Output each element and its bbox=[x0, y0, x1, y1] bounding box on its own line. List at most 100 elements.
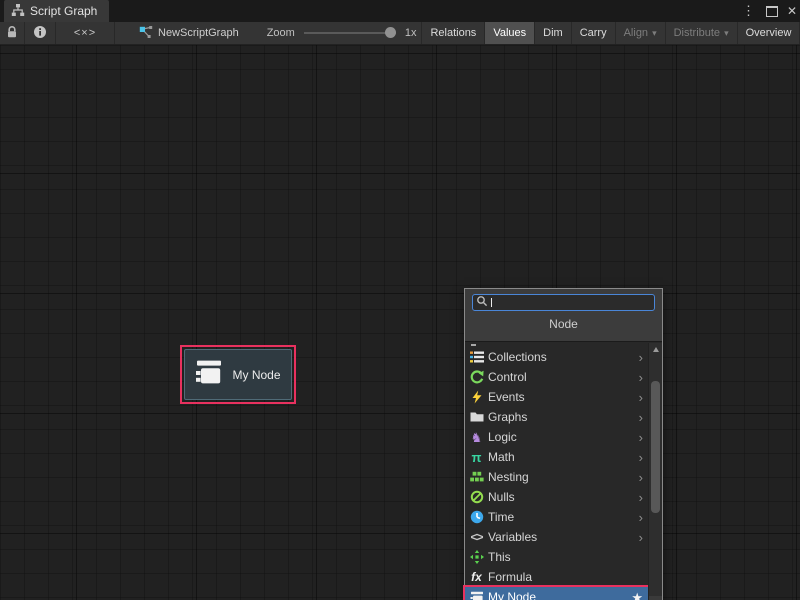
graphs-icon bbox=[469, 410, 484, 424]
finder-item-label: Collections bbox=[488, 350, 547, 364]
finder-item-math[interactable]: π Math › bbox=[465, 447, 649, 467]
finder-item-label: This bbox=[488, 550, 511, 564]
finder-item-label: Control bbox=[488, 370, 527, 384]
zoom-value: 1x bbox=[405, 27, 417, 39]
toolbar-button-overview[interactable]: Overview bbox=[738, 22, 800, 44]
kebab-menu-icon[interactable]: ⋮ bbox=[740, 0, 757, 22]
maximize-icon[interactable] bbox=[766, 6, 778, 17]
toolbar-button-dim[interactable]: Dim bbox=[535, 22, 571, 44]
toolbar-button-label: Distribute bbox=[674, 22, 720, 44]
tab-script-graph[interactable]: Script Graph bbox=[4, 0, 109, 22]
my-node-unit[interactable]: My Node bbox=[184, 349, 292, 400]
search-box[interactable] bbox=[472, 294, 655, 311]
chevron-right-icon: › bbox=[639, 371, 645, 384]
finder-item-variables[interactable]: <>Variables› bbox=[465, 527, 649, 547]
graph-toolbar: <×> NewScriptGraph Zoom 1x Relations Valu… bbox=[0, 22, 800, 45]
sitemap-icon bbox=[11, 3, 25, 20]
finder-item-label: Logic bbox=[488, 430, 517, 444]
finder-item-label: Graphs bbox=[488, 410, 527, 424]
graph-icon bbox=[139, 25, 153, 42]
toolbar-button-label: Carry bbox=[580, 22, 607, 44]
tab-strip: Script Graph ⋮ ✕ bbox=[0, 0, 800, 22]
dropdown-caret-icon: ▾ bbox=[652, 22, 657, 44]
graph-breadcrumb[interactable]: NewScriptGraph bbox=[139, 25, 239, 42]
scrollbar-thumb[interactable] bbox=[651, 381, 660, 513]
chevron-right-icon: › bbox=[639, 491, 645, 504]
finder-item-label: Time bbox=[488, 510, 514, 524]
nesting-icon bbox=[469, 470, 484, 484]
script-graph-window: Script Graph ⋮ ✕ <×> NewS bbox=[0, 0, 800, 600]
events-icon bbox=[469, 390, 484, 404]
finder-item-control[interactable]: Control › bbox=[465, 367, 649, 387]
chevron-right-icon: › bbox=[639, 531, 645, 544]
toolbar-button-distribute: Distribute▾ bbox=[666, 22, 737, 44]
chevron-right-icon: › bbox=[639, 391, 645, 404]
text-caret bbox=[491, 298, 492, 307]
finder-item-collections[interactable]: Collections › bbox=[465, 347, 649, 367]
finder-item-label: Events bbox=[488, 390, 525, 404]
finder-item-label: Math bbox=[488, 450, 515, 464]
logic-icon: ♞ bbox=[469, 430, 484, 444]
toolbar-button-label: Overview bbox=[746, 22, 792, 44]
dropdown-caret-icon: ▾ bbox=[724, 22, 729, 44]
chevron-right-icon: › bbox=[639, 451, 645, 464]
toolbar-button-label: Align bbox=[624, 22, 648, 44]
toolbar-button-align: Align▾ bbox=[616, 22, 665, 44]
window-controls: ⋮ ✕ bbox=[740, 0, 797, 22]
lock-button[interactable] bbox=[0, 22, 24, 44]
finder-item-my-node[interactable]: My Node ★ bbox=[465, 587, 649, 600]
finder-item-formula[interactable]: fx Formula bbox=[465, 567, 649, 587]
close-icon[interactable]: ✕ bbox=[787, 4, 797, 18]
finder-item-label: Formula bbox=[488, 570, 532, 584]
arrow-up-icon bbox=[653, 347, 659, 352]
search-icon bbox=[476, 294, 488, 312]
node-label: My Node bbox=[232, 368, 280, 382]
zoom-label: Zoom bbox=[267, 27, 295, 39]
info-icon bbox=[33, 25, 47, 42]
collections-icon bbox=[469, 350, 484, 364]
node-icon bbox=[469, 590, 484, 600]
chevron-right-icon: › bbox=[639, 511, 645, 524]
finder-item-nesting[interactable]: Nesting› bbox=[465, 467, 649, 487]
toolbar-button-carry[interactable]: Carry bbox=[572, 22, 615, 44]
finder-item-nulls[interactable]: Nulls › bbox=[465, 487, 649, 507]
chevron-right-icon: › bbox=[639, 411, 645, 424]
tab-title: Script Graph bbox=[30, 4, 97, 18]
math-icon: π bbox=[469, 450, 484, 464]
chevron-right-icon: › bbox=[639, 471, 645, 484]
toolbar-button-values[interactable]: Values bbox=[485, 22, 534, 44]
chevron-right-icon: › bbox=[639, 431, 645, 444]
finder-item-logic[interactable]: ♞ Logic › bbox=[465, 427, 649, 447]
this-icon bbox=[469, 550, 484, 564]
zoom-slider-handle[interactable] bbox=[385, 27, 396, 38]
finder-item-label: My Node bbox=[488, 590, 536, 600]
toolbar-button-relations[interactable]: Relations bbox=[422, 22, 484, 44]
graph-name: NewScriptGraph bbox=[158, 27, 239, 39]
nulls-icon bbox=[469, 490, 484, 504]
zoom-slider[interactable] bbox=[304, 32, 396, 34]
code-icon: <×> bbox=[74, 27, 96, 39]
info-button[interactable] bbox=[25, 22, 55, 44]
toolbar-button-label: Relations bbox=[430, 22, 476, 44]
finder-item-time[interactable]: Time › bbox=[465, 507, 649, 527]
favorite-star-icon[interactable]: ★ bbox=[631, 591, 645, 600]
finder-item-graphs[interactable]: Graphs › bbox=[465, 407, 649, 427]
finder-list: Collections › Control › Events › Graphs › ♞ Logic… bbox=[465, 343, 649, 600]
code-view-button[interactable]: <×> bbox=[56, 22, 114, 44]
finder-item-label: Nulls bbox=[488, 490, 515, 504]
finder-item-this[interactable]: This bbox=[465, 547, 649, 567]
chevron-right-icon: › bbox=[639, 351, 645, 364]
finder-scrollbar bbox=[648, 343, 662, 600]
control-icon bbox=[469, 370, 484, 384]
finder-item-events[interactable]: Events › bbox=[465, 387, 649, 407]
formula-icon: fx bbox=[469, 570, 484, 584]
scroll-down-button[interactable] bbox=[649, 596, 662, 600]
time-icon bbox=[469, 510, 484, 524]
node-icon bbox=[195, 359, 223, 390]
finder-title: Node bbox=[472, 317, 655, 331]
lock-icon bbox=[5, 25, 19, 42]
search-input[interactable] bbox=[490, 296, 651, 309]
graph-canvas[interactable]: My Node Node Collections › Control › Events ›… bbox=[0, 45, 800, 600]
scroll-up-button[interactable] bbox=[649, 343, 662, 356]
variables-icon: <> bbox=[469, 530, 484, 544]
